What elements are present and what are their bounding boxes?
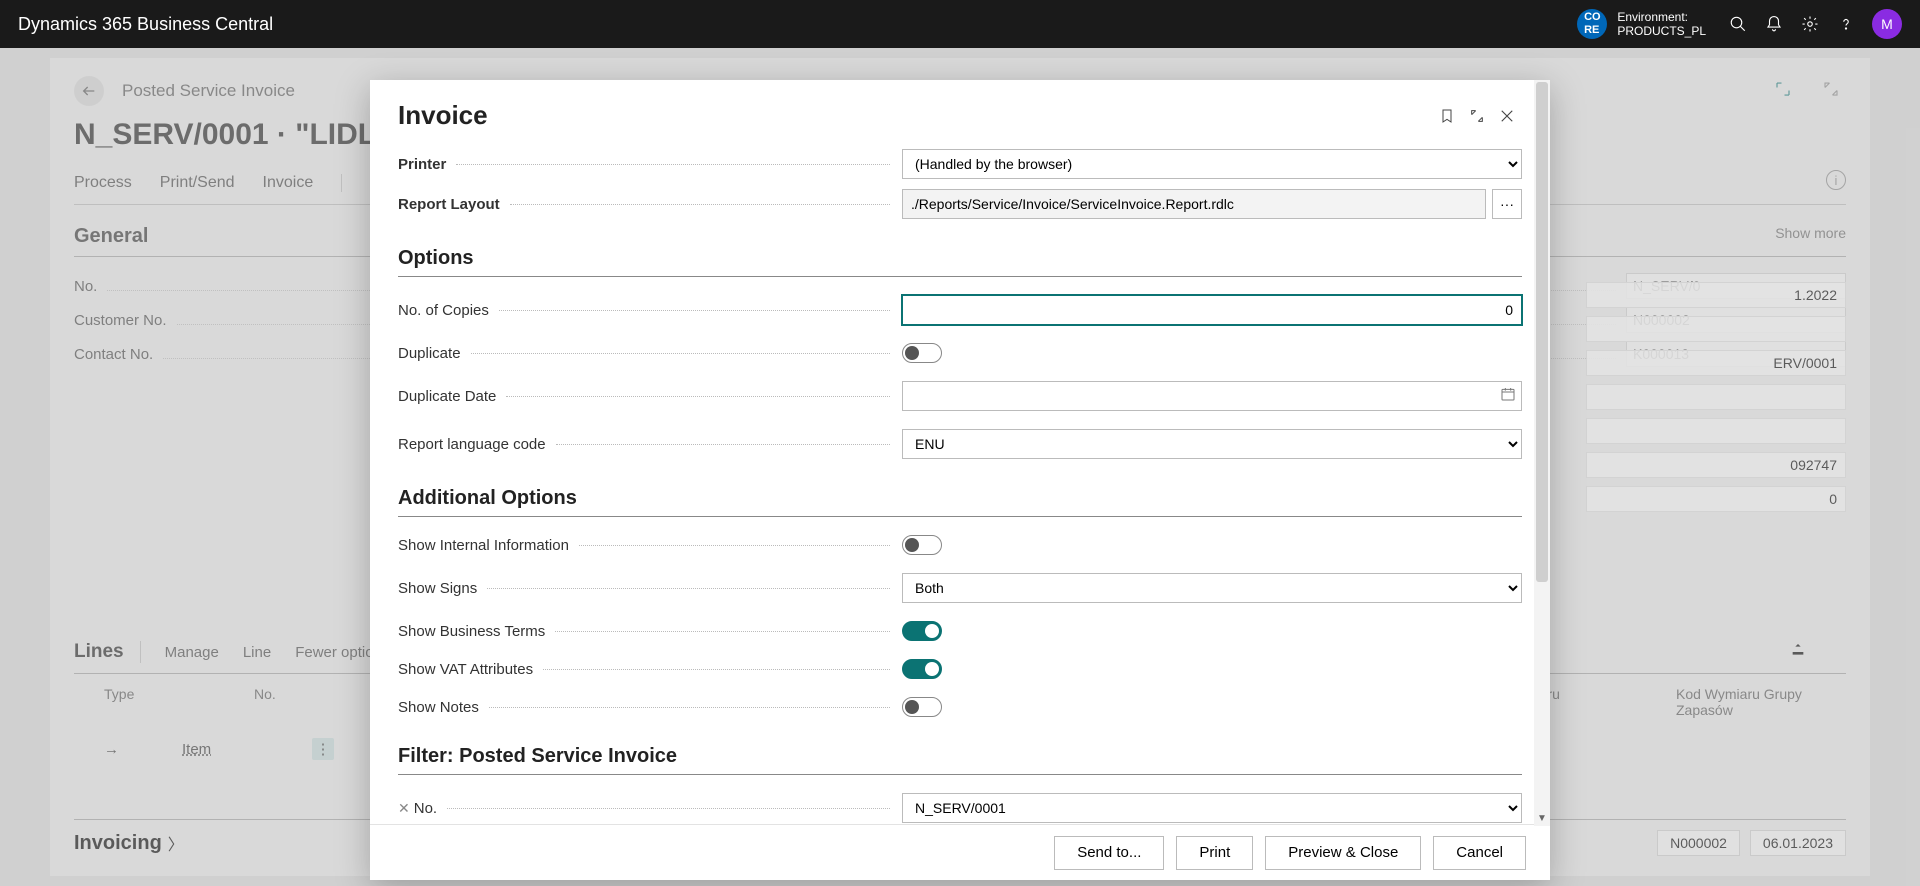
bookmark-icon[interactable] [1432,101,1462,131]
internal-toggle[interactable] [902,535,942,555]
dialog-scrollbar[interactable]: ▼ [1534,80,1550,826]
duplicate-toggle[interactable] [902,343,942,363]
signs-select[interactable]: Both [902,573,1522,603]
help-icon[interactable] [1828,6,1864,42]
bell-icon[interactable] [1756,6,1792,42]
section-options: Options [398,247,1522,277]
printer-select[interactable]: (Handled by the browser) [902,149,1522,179]
layout-lookup-button[interactable]: ··· [1492,189,1522,219]
environment-badge[interactable]: CORE Environment: PRODUCTS_PL [1577,9,1706,39]
search-icon[interactable] [1720,6,1756,42]
dupdate-label: Duplicate Date [398,388,496,405]
cancel-button[interactable]: Cancel [1433,836,1526,870]
vat-toggle[interactable] [902,659,942,679]
dialog-title: Invoice [398,100,488,131]
dupdate-input[interactable] [902,381,1522,411]
terms-toggle[interactable] [902,621,942,641]
lang-label: Report language code [398,436,546,453]
printer-label: Printer [398,156,446,173]
notes-label: Show Notes [398,699,479,716]
shrink-icon[interactable] [1462,101,1492,131]
dialog-footer: Send to... Print Preview & Close Cancel [370,824,1550,880]
copies-input[interactable] [902,295,1522,325]
env-name: PRODUCTS_PL [1617,24,1706,38]
copies-label: No. of Copies [398,302,489,319]
gear-icon[interactable] [1792,6,1828,42]
notes-toggle[interactable] [902,697,942,717]
app-title: Dynamics 365 Business Central [18,14,273,35]
print-button[interactable]: Print [1176,836,1253,870]
core-icon: CORE [1577,9,1607,39]
preview-button[interactable]: Preview & Close [1265,836,1421,870]
send-button[interactable]: Send to... [1054,836,1164,870]
env-label: Environment: [1617,10,1706,24]
filter-no-label: No. [414,800,437,817]
lang-select[interactable]: ENU [902,429,1522,459]
internal-label: Show Internal Information [398,537,569,554]
close-icon[interactable] [1492,101,1522,131]
avatar-initial: M [1881,16,1893,32]
invoice-dialog: Invoice Printer (Handled by the browser)… [370,80,1550,880]
vat-label: Show VAT Attributes [398,661,533,678]
avatar[interactable]: M [1872,9,1902,39]
section-filter: Filter: Posted Service Invoice [398,745,1522,775]
signs-label: Show Signs [398,580,477,597]
section-additional: Additional Options [398,487,1522,517]
app-titlebar: Dynamics 365 Business Central CORE Envir… [0,0,1920,48]
filter-no-select[interactable]: N_SERV/0001 [902,793,1522,823]
layout-label: Report Layout [398,196,500,213]
duplicate-label: Duplicate [398,345,461,362]
filter-remove-icon[interactable]: ✕ [398,800,410,817]
terms-label: Show Business Terms [398,623,545,640]
layout-field [902,189,1486,219]
